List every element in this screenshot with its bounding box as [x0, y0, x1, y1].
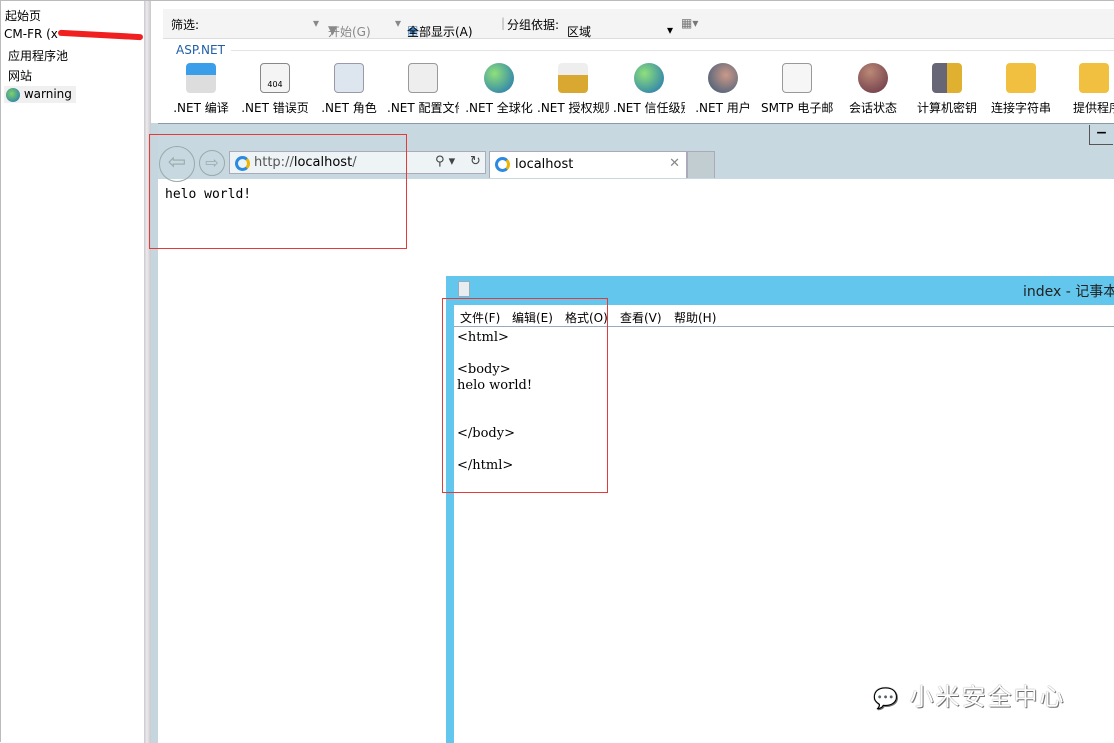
tree-item-app-pools[interactable]: 应用程序池 [8, 47, 68, 64]
filter-label: 筛选: [171, 18, 200, 32]
feature-label: .NET 全球化 [465, 101, 533, 115]
search-icon[interactable]: ⚲ ▾ [435, 154, 455, 169]
feature-label: 计算机密钥 [916, 101, 977, 115]
feature-session-state[interactable]: 会话状态 [837, 63, 909, 116]
tree-label: CM-FR (x [4, 27, 58, 41]
roles-icon [334, 63, 364, 93]
tree-label: warning [23, 87, 72, 101]
feature-label: 提供程序 [1073, 101, 1114, 115]
pane-splitter[interactable] [144, 1, 151, 743]
refresh-icon[interactable]: ↻ [470, 154, 481, 169]
feature-connection-strings[interactable]: 连接字符串 [985, 63, 1057, 116]
feature-net-error-pages[interactable]: 404 .NET 错误页 [239, 63, 311, 116]
email-icon [782, 63, 812, 93]
new-tab-button[interactable] [687, 151, 715, 178]
menu-view[interactable]: 查看(V) [620, 309, 662, 326]
feature-machine-key[interactable]: 计算机密钥 [911, 63, 983, 116]
show-all-label: 全部显示(A) [407, 25, 473, 39]
session-icon [858, 63, 888, 93]
feature-net-authorization[interactable]: .NET 授权规则 [537, 63, 609, 123]
tree-item-warning-site[interactable]: warning [4, 86, 76, 103]
feature-label: .NET 编译 [173, 101, 229, 115]
highlight-box [149, 134, 407, 249]
tree-label: 起始页 [4, 9, 41, 23]
feature-label: SMTP 电子邮件 [761, 101, 833, 115]
section-divider [231, 50, 1114, 51]
feature-label: .NET 用户 [695, 101, 751, 115]
feature-smtp-email[interactable]: SMTP 电子邮件 [761, 63, 833, 123]
tab-localhost[interactable]: localhost ✕ [489, 151, 687, 178]
ie-icon [495, 157, 510, 172]
profile-icon [408, 63, 438, 93]
feature-net-profile[interactable]: .NET 配置文件 [387, 63, 459, 123]
users-icon [708, 63, 738, 93]
start-label: 开始(G) [328, 25, 371, 39]
feature-label: 连接字符串 [990, 101, 1051, 115]
globe-icon [484, 63, 514, 93]
feature-net-trust-levels[interactable]: .NET 信任级别 [613, 63, 685, 123]
highlight-box [442, 298, 608, 493]
tree-item-server[interactable]: CM-FR (x [4, 27, 144, 41]
feature-providers[interactable]: 提供程序 [1059, 63, 1114, 116]
menu-help[interactable]: 帮助(H) [674, 309, 716, 326]
feature-net-users[interactable]: .NET 用户 [687, 63, 759, 116]
start-dropdown-arrow[interactable]: ▾ [395, 16, 401, 30]
tab-title: localhost [515, 157, 574, 172]
view-toggle-button[interactable]: ▦▾ [681, 16, 698, 30]
feature-label: .NET 错误页 [241, 101, 309, 115]
feature-net-roles[interactable]: .NET 角色 [313, 63, 385, 116]
tree-item-sites[interactable]: 网站 [8, 67, 32, 84]
feature-label: .NET 授权规则 [537, 101, 609, 115]
providers-icon [1079, 63, 1109, 93]
section-heading: ASP.NET [176, 43, 225, 57]
watermark: 💬 小米安全中心 [873, 677, 1066, 712]
divider: | [501, 16, 506, 30]
feature-label: 会话状态 [848, 101, 897, 115]
watermark-text: 小米安全中心 [909, 683, 1066, 711]
group-by-label: 分组依据: [507, 18, 560, 32]
window-title: index - 记事本 [1023, 284, 1114, 300]
feature-net-compilation[interactable]: .NET 编译 [165, 63, 237, 116]
trust-globe-icon [634, 63, 664, 93]
globe-icon [6, 87, 20, 102]
feature-label: .NET 配置文件 [387, 101, 459, 115]
key-icon [932, 63, 962, 93]
wechat-icon: 💬 [873, 686, 900, 710]
connections-tree: 起始页 CM-FR (x 应用程序池 网站 warning [1, 1, 144, 743]
database-icon [1006, 63, 1036, 93]
filter-dropdown-arrow[interactable]: ▾ [313, 16, 319, 30]
lock-icon [558, 63, 588, 93]
minimize-button[interactable]: − [1089, 125, 1113, 145]
close-tab-icon[interactable]: ✕ [669, 156, 680, 171]
feature-net-globalization[interactable]: .NET 全球化 [463, 63, 535, 116]
compile-icon [186, 63, 216, 93]
notepad-icon [458, 281, 470, 297]
tree-item-start-page[interactable]: 起始页 [1, 7, 41, 24]
feature-label: .NET 信任级别 [613, 101, 685, 115]
filter-bar: 筛选: ▾ ▼ 开始(G) ▾ ▣ 全部显示(A) | 分组依据: 区域 ▾ ▦▾ [163, 9, 1114, 39]
group-by-value: 区域 [567, 25, 592, 39]
feature-label: .NET 角色 [321, 101, 377, 115]
redaction-mark [57, 29, 144, 40]
